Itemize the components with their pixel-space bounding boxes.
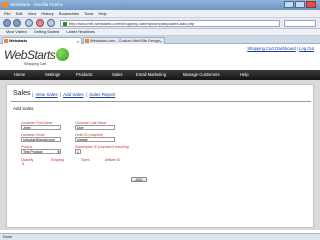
- home-icon[interactable]: [47, 19, 55, 27]
- nav-help[interactable]: Help: [240, 70, 249, 80]
- bookmark-most-visited[interactable]: Most Visited: [6, 29, 27, 36]
- logo-subtitle: Shopping Cart: [24, 62, 47, 66]
- web-page: WebStarts Shopping Cart Shopping Cart Da…: [0, 44, 320, 233]
- navigation-toolbar: http://secure6.webstarts.com/shopping-ca…: [0, 18, 320, 29]
- nav-settings[interactable]: Settings: [45, 70, 60, 80]
- sales-report-link[interactable]: Sales Report: [89, 92, 115, 97]
- tab-webstarts[interactable]: Webstarts ×: [2, 37, 82, 44]
- last-name-field[interactable]: Doe: [75, 125, 115, 130]
- menu-edit[interactable]: Edit: [16, 10, 23, 18]
- order-id-field[interactable]: pindoe: [75, 137, 115, 142]
- product-selected: Test Product: [23, 150, 43, 154]
- subscription-id-field[interactable]: 1: [75, 149, 81, 154]
- divider: [11, 101, 311, 102]
- address-bar[interactable]: http://secure6.webstarts.com/shopping-ca…: [60, 20, 280, 27]
- tab-label: Webstarts.com - Custom WebSite Design...: [90, 39, 164, 43]
- tab-bar: Webstarts × Webstarts.com - Custom WebSi…: [0, 36, 320, 44]
- nav-email-marketing[interactable]: Email Marketing: [136, 70, 166, 80]
- window-titlebar: Webstarts - Mozilla Firefox: [0, 0, 320, 10]
- nav-manage-customers[interactable]: Manage Customers: [183, 70, 220, 80]
- link-separator: |: [85, 92, 88, 97]
- first-name-field[interactable]: John: [21, 125, 61, 130]
- main-nav: Home Settings Products Sales Email Marke…: [0, 70, 320, 80]
- maximize-button[interactable]: [295, 1, 305, 8]
- stop-icon[interactable]: [36, 19, 44, 27]
- menu-view[interactable]: View: [28, 10, 37, 18]
- affiliate-id-field[interactable]: [105, 162, 123, 167]
- search-input[interactable]: [284, 20, 316, 27]
- nav-products[interactable]: Products: [76, 70, 93, 80]
- bookmarks-toolbar: Most Visited Getting Started Latest Head…: [0, 29, 320, 36]
- menu-help[interactable]: Help: [99, 10, 107, 18]
- sales-links: | View Sales | Add Sales | Sales Report: [31, 92, 115, 97]
- bookmark-latest-headlines[interactable]: Latest Headlines: [66, 29, 94, 36]
- tab-favicon-icon: [4, 39, 8, 43]
- address-url: http://secure6.webstarts.com/shopping-ca…: [69, 21, 195, 26]
- firefox-icon: [2, 2, 8, 8]
- header-links: Shopping Cart Dashboard | Log Out: [247, 46, 314, 51]
- tab-favicon-icon: [85, 39, 89, 43]
- section-title: Add Sales: [13, 106, 34, 111]
- forward-icon[interactable]: [13, 19, 21, 27]
- link-separator: |: [32, 92, 34, 97]
- dashboard-link[interactable]: Shopping Cart Dashboard: [247, 46, 295, 51]
- menu-file[interactable]: File: [4, 10, 10, 18]
- content-area: Sales | View Sales | Add Sales | Sales R…: [0, 80, 320, 230]
- header-link-separator: |: [296, 46, 298, 51]
- email-field[interactable]: johndoe@gmail.com: [21, 137, 61, 142]
- menu-tools[interactable]: Tools: [84, 10, 93, 18]
- logo-text: WebStarts: [4, 48, 56, 62]
- bookmark-getting-started[interactable]: Getting Started: [34, 29, 60, 36]
- menu-history[interactable]: History: [41, 10, 53, 18]
- subscription-id-label: Subscription ID (required if recurring): [75, 145, 130, 149]
- webstarts-logo[interactable]: WebStarts: [4, 48, 70, 62]
- product-select[interactable]: Test Product ▾: [21, 149, 61, 154]
- status-text: Done: [3, 235, 13, 239]
- add-sales-link[interactable]: Add Sales: [63, 92, 84, 97]
- nav-home[interactable]: Home: [14, 70, 25, 80]
- back-icon[interactable]: [3, 19, 11, 27]
- tab-webstarts-com[interactable]: Webstarts.com - Custom WebSite Design...…: [83, 37, 165, 44]
- minimize-button[interactable]: [284, 1, 294, 8]
- site-favicon-icon: [63, 22, 67, 26]
- site-header: WebStarts Shopping Cart Shopping Cart Da…: [0, 44, 320, 68]
- menu-bar: File Edit View History Bookmarks Tools H…: [0, 10, 320, 18]
- close-button[interactable]: [306, 1, 316, 8]
- menu-bookmarks[interactable]: Bookmarks: [59, 10, 79, 18]
- link-separator: |: [59, 92, 62, 97]
- view-sales-link[interactable]: View Sales: [35, 92, 57, 97]
- tab-label: Webstarts: [9, 39, 28, 43]
- chevron-down-icon: ▾: [57, 150, 60, 154]
- window-title: Webstarts - Mozilla Firefox: [10, 2, 64, 7]
- taxes-field[interactable]: [81, 162, 95, 167]
- sales-panel: Sales | View Sales | Add Sales | Sales R…: [6, 84, 314, 228]
- logo-ball-icon: [56, 48, 70, 61]
- quantity-field[interactable]: 1: [21, 162, 29, 167]
- nav-sales[interactable]: Sales: [112, 70, 122, 80]
- page-title: Sales: [13, 90, 31, 97]
- shipping-field[interactable]: [51, 162, 65, 167]
- add-button[interactable]: ADD: [131, 177, 147, 182]
- status-bar: Done: [0, 233, 320, 240]
- reload-icon[interactable]: [25, 19, 33, 27]
- logout-link[interactable]: Log Out: [299, 46, 314, 51]
